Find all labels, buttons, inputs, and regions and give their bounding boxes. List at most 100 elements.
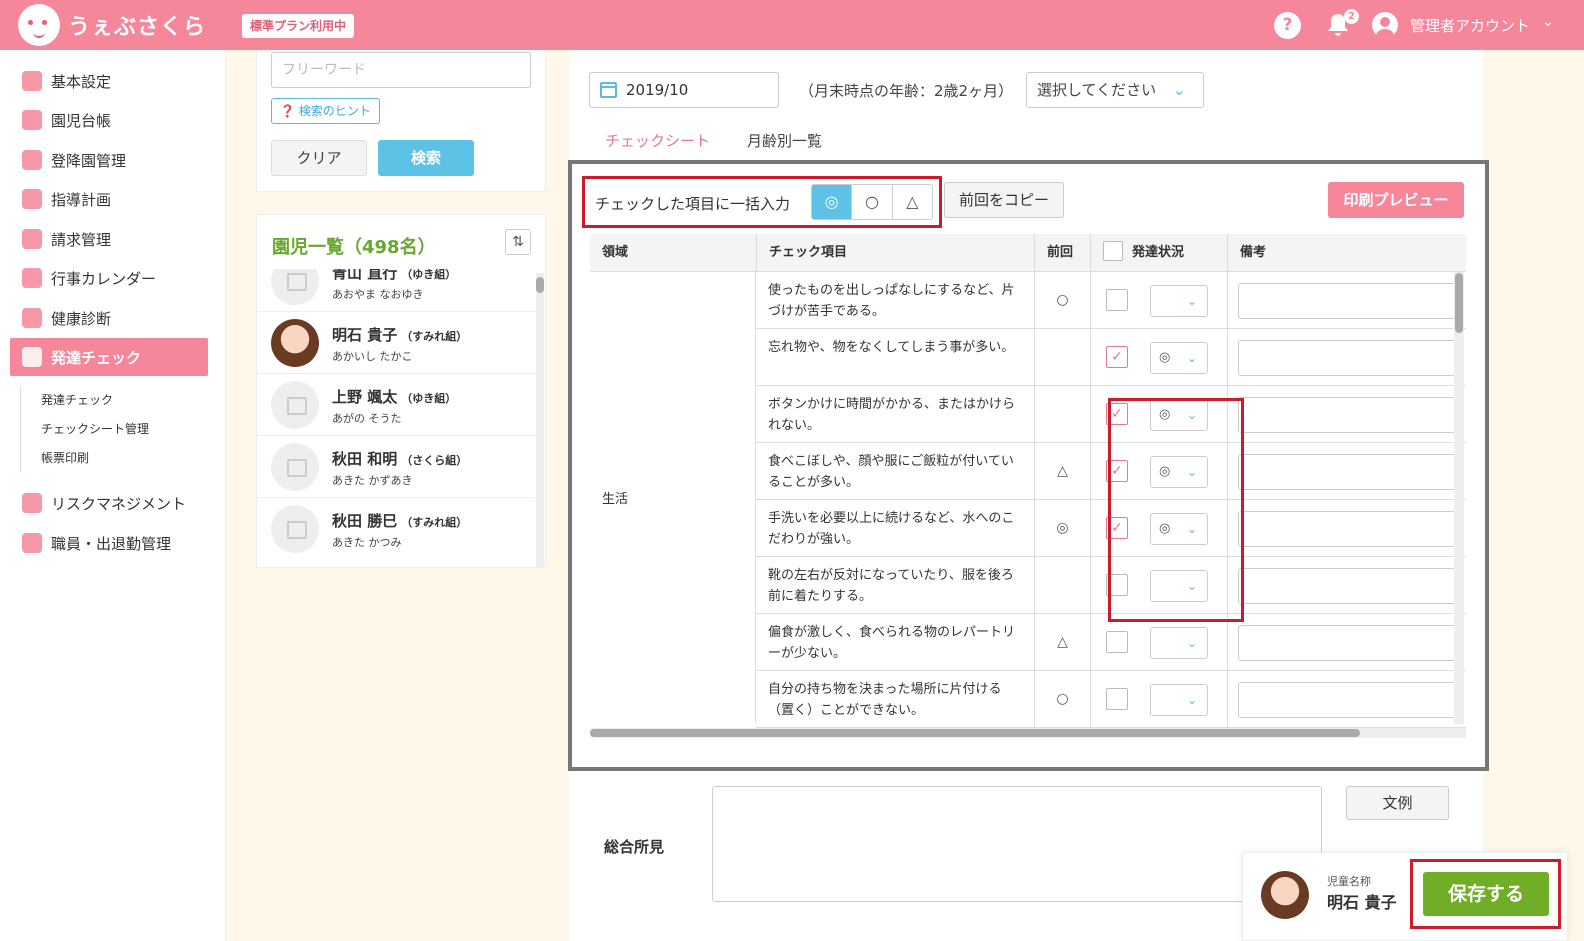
logo-face-icon bbox=[18, 4, 60, 46]
child-kana: あがの そうた bbox=[332, 412, 402, 425]
overall-findings-textarea[interactable] bbox=[712, 786, 1322, 902]
row-checkbox-checked[interactable]: ✓ bbox=[1106, 346, 1128, 368]
avatar-placeholder-icon bbox=[271, 505, 319, 553]
row-checkbox[interactable] bbox=[1106, 289, 1128, 311]
search-panel: ❓ 検索のヒント クリア 検索 bbox=[256, 50, 546, 192]
status-dropdown[interactable]: ⌄ bbox=[1150, 684, 1208, 716]
table-vertical-scrollbar-thumb[interactable] bbox=[1455, 273, 1463, 333]
app-logo[interactable]: うぇぶさくら bbox=[18, 4, 228, 46]
row-checkbox[interactable] bbox=[1106, 631, 1128, 653]
chevron-down-icon: ⌄ bbox=[1187, 693, 1198, 707]
sort-icon[interactable]: ⇅ bbox=[505, 229, 531, 255]
check-item-text: 食べこぼしや、顔や服にご飯粒が付いていることが多い。 bbox=[768, 454, 1014, 490]
search-hint-label: 検索のヒント bbox=[298, 104, 371, 118]
tab-checksheet[interactable]: チェックシート bbox=[605, 130, 710, 151]
list-item[interactable]: 秋田 勝巳 （すみれ組） あきた かつみ bbox=[257, 497, 535, 559]
print-preview-button[interactable]: 印刷プレビュー bbox=[1328, 182, 1464, 218]
subnav-item-checksheet-management[interactable]: チェックシート管理 bbox=[21, 415, 200, 444]
row-checkbox[interactable] bbox=[1106, 688, 1128, 710]
list-item[interactable]: 秋田 和明 （さくら組） あきた かずあき bbox=[257, 435, 535, 497]
month-value: 2019/10 bbox=[626, 81, 689, 99]
child-class: （すみれ組） bbox=[401, 516, 468, 529]
month-picker[interactable]: 2019/10 bbox=[589, 72, 779, 108]
double-circle-mark-button[interactable]: ◎ bbox=[812, 185, 852, 219]
logo-text: うぇぶさくら bbox=[68, 15, 207, 40]
search-button[interactable]: 検索 bbox=[378, 140, 474, 176]
help-icon[interactable]: ? bbox=[1274, 12, 1301, 39]
sidebar-item-label: 園児台帳 bbox=[51, 111, 112, 130]
user-avatar-icon[interactable] bbox=[1372, 12, 1398, 38]
child-class: （ゆき組） bbox=[401, 392, 457, 405]
sidebar-item-staff-attendance[interactable]: 職員・出退勤管理 bbox=[10, 524, 208, 562]
account-menu[interactable]: 管理者アカウント bbox=[1410, 15, 1530, 36]
subnav-item-form-print[interactable]: 帳票印刷 bbox=[21, 444, 200, 473]
heart-hands-icon bbox=[22, 493, 42, 513]
chevron-down-icon: ⌄ bbox=[1187, 351, 1198, 365]
table-vertical-scrollbar[interactable] bbox=[1454, 272, 1464, 724]
checksheet-select[interactable]: 選択してください ⌄ bbox=[1026, 72, 1204, 108]
notes-input[interactable] bbox=[1238, 511, 1460, 547]
notification-count-badge: 2 bbox=[1344, 9, 1359, 24]
list-item[interactable]: 青山 直行 （ゆき組） あおやま なおゆき bbox=[257, 269, 535, 311]
checklist-icon bbox=[22, 347, 42, 367]
child-class: （すみれ組） bbox=[401, 330, 468, 343]
notes-input[interactable] bbox=[1238, 340, 1460, 376]
sidebar-item-basic-settings[interactable]: 基本設定 bbox=[10, 62, 208, 100]
sidebar-item-risk-management[interactable]: リスクマネジメント bbox=[10, 484, 208, 522]
chevron-down-icon: ⌄ bbox=[1173, 81, 1186, 99]
avatar-placeholder-icon bbox=[271, 269, 319, 305]
status-dropdown[interactable]: ◎ ⌄ bbox=[1150, 342, 1208, 374]
check-item-text: 使ったものを出しっぱなしにするなど、片づけが苦手である。 bbox=[768, 283, 1015, 319]
notes-input[interactable] bbox=[1238, 625, 1460, 661]
select-placeholder: 選択してください bbox=[1037, 81, 1157, 99]
subnav-item-development-check[interactable]: 発達チェック bbox=[21, 386, 200, 415]
notes-input[interactable] bbox=[1238, 568, 1460, 604]
search-hint-button[interactable]: ❓ 検索のヒント bbox=[271, 98, 380, 124]
sidebar-item-event-calendar[interactable]: 行事カレンダー bbox=[10, 259, 208, 297]
header-status: 発達状況 bbox=[1090, 234, 1227, 272]
child-kana: あきた かずあき bbox=[332, 474, 413, 487]
calendar-icon bbox=[22, 268, 42, 288]
sidebar-item-label: 職員・出退勤管理 bbox=[51, 534, 172, 553]
gear-icon bbox=[22, 71, 42, 91]
circle-mark-button[interactable]: ○ bbox=[851, 185, 891, 219]
example-text-button[interactable]: 文例 bbox=[1346, 786, 1449, 820]
list-item[interactable]: 明石 貴子 （すみれ組） あかいし たかこ bbox=[257, 311, 535, 373]
copy-previous-button[interactable]: 前回をコピー bbox=[944, 182, 1064, 218]
checksheet-table: 領域 チェック項目 前回 発達状況 備考 生活 使ったものを出しっぱなしにするな… bbox=[590, 234, 1466, 740]
sidebar-item-guidance-plan[interactable]: 指導計画 bbox=[10, 180, 208, 218]
table-row: 忘れ物や、物をなくしてしまう事が多い。 ✓ ◎ ⌄ bbox=[756, 329, 1466, 386]
tab-monthly-age-list[interactable]: 月齢別一覧 bbox=[747, 130, 822, 151]
child-kana: あかいし たかこ bbox=[332, 350, 413, 363]
child-list-title: 園児一覧（498名） bbox=[272, 237, 436, 258]
previous-mark: ◎ bbox=[1034, 500, 1090, 557]
select-all-checkbox[interactable] bbox=[1103, 241, 1123, 261]
notes-input[interactable] bbox=[1238, 397, 1460, 433]
child-name: 上野 颯太 bbox=[332, 388, 398, 406]
table-horizontal-scrollbar[interactable] bbox=[590, 728, 1466, 738]
list-scrollbar-thumb[interactable] bbox=[536, 277, 544, 293]
status-dropdown[interactable]: ⌄ bbox=[1150, 627, 1208, 659]
list-item[interactable]: 上野 颯太 （ゆき組） あがの そうた bbox=[257, 373, 535, 435]
sidebar-item-development-check[interactable]: 発達チェック bbox=[10, 338, 208, 376]
clear-button[interactable]: クリア bbox=[271, 140, 367, 176]
triangle-mark-button[interactable]: △ bbox=[891, 185, 932, 219]
table-horizontal-scrollbar-thumb[interactable] bbox=[590, 729, 1360, 737]
keyword-search-input[interactable] bbox=[271, 52, 531, 88]
child-name: 秋田 勝巳 bbox=[332, 512, 398, 530]
sidebar-item-attendance[interactable]: 登降園管理 bbox=[10, 141, 208, 179]
save-button[interactable]: 保存する bbox=[1423, 872, 1549, 916]
status-dropdown[interactable]: ⌄ bbox=[1150, 285, 1208, 317]
chevron-down-icon: ⌄ bbox=[1187, 294, 1198, 308]
chevron-down-icon[interactable]: ⌄ bbox=[1542, 14, 1554, 30]
notes-input[interactable] bbox=[1238, 283, 1460, 319]
notes-input[interactable] bbox=[1238, 682, 1460, 718]
list-scrollbar[interactable] bbox=[536, 273, 544, 567]
child-name: 明石 貴子 bbox=[1327, 893, 1397, 912]
sidebar-item-health-check[interactable]: 健康診断 bbox=[10, 299, 208, 337]
previous-mark bbox=[1034, 329, 1090, 386]
notes-input[interactable] bbox=[1238, 454, 1460, 490]
sidebar-item-billing[interactable]: 請求管理 bbox=[10, 220, 208, 258]
sidebar-item-child-register[interactable]: 園児台帳 bbox=[10, 101, 208, 139]
notebook-icon bbox=[22, 189, 42, 209]
